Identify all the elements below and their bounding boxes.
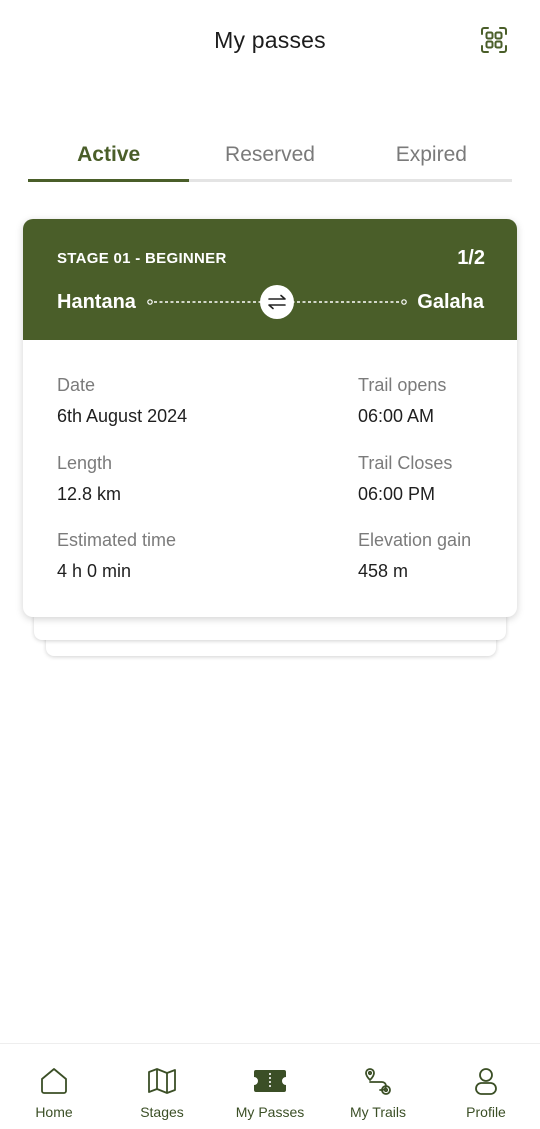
trail-closes-field: Trail Closes 06:00 PM bbox=[358, 453, 452, 505]
date-field: Date 6th August 2024 bbox=[57, 375, 187, 427]
pass-card[interactable]: STAGE 01 - BEGINNER 1/2 Hantana Galaha D… bbox=[23, 219, 517, 617]
trail-opens-field: Trail opens 06:00 AM bbox=[358, 375, 446, 427]
nav-label-my-trails: My Trails bbox=[350, 1104, 406, 1120]
ticket-icon bbox=[254, 1070, 286, 1092]
estimated-time-label: Estimated time bbox=[57, 530, 177, 550]
nav-item-home[interactable]: Home bbox=[0, 1044, 108, 1129]
trail-opens-label: Trail opens bbox=[358, 375, 447, 395]
page-title: My passes bbox=[214, 26, 326, 53]
nav-item-profile[interactable]: Profile bbox=[432, 1044, 540, 1129]
elevation-gain-field: Elevation gain 458 m bbox=[358, 530, 471, 582]
pass-card-header: STAGE 01 - BEGINNER 1/2 Hantana Galaha bbox=[23, 219, 517, 340]
bottom-navigation: Home Stages My Passes My Trails Profile bbox=[0, 1043, 540, 1129]
length-label: Length bbox=[57, 453, 113, 473]
date-label: Date bbox=[57, 375, 96, 395]
qr-scan-button[interactable] bbox=[478, 24, 510, 56]
swap-arrows-icon bbox=[268, 294, 286, 310]
nav-label-stages: Stages bbox=[140, 1104, 184, 1120]
elevation-gain-label: Elevation gain bbox=[358, 530, 472, 550]
app-root: My passes Active Reserved Expired STAGE … bbox=[0, 0, 540, 1129]
trail-closes-label: Trail Closes bbox=[358, 453, 453, 473]
nav-item-stages[interactable]: Stages bbox=[108, 1044, 216, 1129]
pass-tabs: Active Reserved Expired bbox=[28, 128, 512, 182]
nav-label-my-passes: My Passes bbox=[235, 1104, 305, 1120]
nav-item-my-passes[interactable]: My Passes bbox=[216, 1044, 324, 1129]
user-icon bbox=[475, 1068, 497, 1095]
tab-active[interactable]: Active bbox=[28, 128, 190, 182]
qr-scan-icon bbox=[481, 27, 507, 53]
stage-label: STAGE 01 - BEGINNER bbox=[57, 250, 227, 267]
top-bar: My passes bbox=[0, 0, 540, 80]
home-icon bbox=[41, 1068, 67, 1094]
trail-opens-value: 06:00 AM bbox=[358, 406, 435, 426]
nav-label-home: Home bbox=[35, 1104, 73, 1120]
route-icon bbox=[365, 1068, 391, 1095]
length-value: 12.8 km bbox=[57, 484, 122, 504]
map-icon bbox=[148, 1068, 176, 1094]
trail-closes-value: 06:00 PM bbox=[358, 484, 436, 504]
swap-route-button[interactable] bbox=[260, 285, 294, 319]
route-start: Hantana bbox=[57, 291, 136, 313]
date-value: 6th August 2024 bbox=[57, 406, 188, 426]
nav-label-profile: Profile bbox=[466, 1104, 506, 1120]
tab-reserved[interactable]: Reserved bbox=[189, 128, 350, 179]
pass-count: 1/2 bbox=[457, 247, 485, 269]
elevation-gain-value: 458 m bbox=[358, 561, 409, 581]
estimated-time-field: Estimated time 4 h 0 min bbox=[57, 530, 176, 582]
route-end: Galaha bbox=[417, 291, 484, 313]
nav-item-my-trails[interactable]: My Trails bbox=[324, 1044, 432, 1129]
pass-card-details: Date 6th August 2024 Trail opens 06:00 A… bbox=[23, 340, 517, 617]
estimated-time-value: 4 h 0 min bbox=[57, 561, 132, 581]
tab-expired[interactable]: Expired bbox=[351, 128, 512, 179]
length-field: Length 12.8 km bbox=[57, 453, 121, 505]
